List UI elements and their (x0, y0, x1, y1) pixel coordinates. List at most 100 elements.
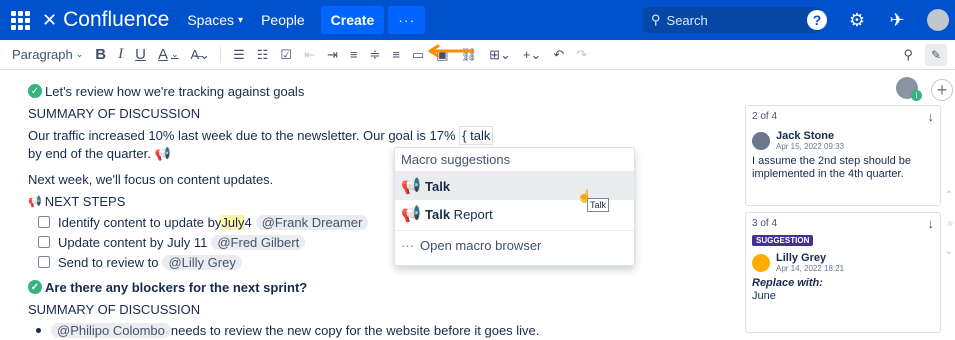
chevron-down-icon[interactable]: ⌄ (945, 246, 953, 257)
text-color-button[interactable]: A ⌄ (158, 46, 179, 63)
align-center-icon[interactable]: ≑ (369, 47, 380, 63)
next-steps-text: NEXT STEPS (44, 193, 126, 209)
top-navigation-bar: ✕ Confluence Spaces ▾ People Create ··· … (0, 0, 955, 40)
macro-item-label-rest: Report (450, 206, 493, 222)
heading-goals: ✓ Let's review how we're tracking agains… (28, 80, 708, 102)
comment-count: 2 of 4 ↓ (746, 106, 940, 126)
chevron-down-icon: ⌄ (75, 49, 84, 59)
heading-goals-text[interactable]: Let's review how we're tracking against … (45, 84, 304, 99)
highlighted-date: July (221, 214, 245, 230)
arrow-down-icon[interactable]: ↓ (928, 216, 935, 231)
summary-label-2[interactable]: SUMMARY OF DISCUSSION (28, 298, 708, 320)
create-button[interactable]: Create (320, 6, 385, 34)
task-text: Send to review to (58, 254, 159, 270)
text-color-label: A (157, 46, 168, 63)
macro-trigger-token[interactable]: { talk (459, 126, 494, 145)
search-placeholder: Search (666, 12, 708, 28)
megaphone-icon: 📢 (28, 195, 42, 208)
nav-people-label: People (261, 12, 305, 28)
avatar (752, 131, 770, 150)
paragraph-style-dropdown[interactable]: Paragraph ⌄ (12, 47, 83, 62)
comments-sidebar: i + 2 of 4 ↓ Jack Stone Apr 15, 2022 09:… (742, 70, 955, 333)
numbered-list-icon[interactable]: ☷ (257, 47, 269, 63)
undo-icon[interactable]: ↶ (553, 47, 564, 63)
table-icon[interactable]: ⊞⌄ (489, 47, 511, 63)
task-text-post: 4 (244, 214, 252, 230)
ellipsis-icon: ··· (401, 238, 414, 253)
find-search-icon[interactable]: ⚲ (903, 47, 913, 63)
app-switcher-icon[interactable] (0, 0, 40, 40)
suggestion-comment-card[interactable]: 3 of 4 ↓ SUGGESTION Lilly Grey Apr 14, 2… (745, 212, 941, 333)
chevron-right-icon[interactable]: » (947, 218, 953, 229)
logo-text: Confluence (63, 8, 170, 31)
comment-body: Replace with: June (746, 277, 940, 309)
macro-item-talk[interactable]: 📢 Talk (395, 172, 634, 200)
more-button[interactable]: ··· (388, 6, 426, 34)
help-icon[interactable]: ? (807, 10, 827, 30)
author-name: Jack Stone (776, 130, 835, 142)
nav-spaces-label: Spaces (187, 12, 235, 28)
layout-icon[interactable]: ▭ (412, 47, 424, 63)
underline-button[interactable]: U (135, 46, 146, 63)
user-mention[interactable]: @Philipo Colombo (51, 322, 171, 338)
search-icon: ⚲ (651, 12, 661, 27)
user-mention[interactable]: @Fred Gilbert (211, 234, 306, 250)
bullet-dot (36, 327, 41, 333)
summary-label[interactable]: SUMMARY OF DISCUSSION (28, 102, 708, 124)
nav-people[interactable]: People (261, 12, 305, 28)
chevron-up-icon[interactable]: ⌃ (945, 190, 953, 201)
arrow-down-icon[interactable]: ↓ (928, 109, 935, 124)
redo-icon[interactable]: ↷ (576, 47, 587, 63)
user-mention[interactable]: @Lilly Grey (162, 254, 242, 270)
list-item: @Philipo Colombo needs to review the new… (36, 320, 708, 340)
chevron-down-icon: ⌄ (170, 49, 179, 59)
heading-blockers-text[interactable]: Are there any blockers for the next spri… (45, 280, 307, 295)
heading-blockers: ✓ Are there any blockers for the next sp… (28, 276, 708, 298)
nav-spaces[interactable]: Spaces ▾ (187, 12, 243, 28)
comment-author: Jack Stone Apr 15, 2022 09:33 (746, 126, 940, 155)
chevron-down-icon: ▾ (238, 14, 244, 26)
megaphone-icon: 📢 (401, 178, 421, 195)
macro-item-label: Talk (425, 206, 451, 222)
bold-button[interactable]: B (95, 46, 106, 63)
user-avatar[interactable] (927, 9, 949, 31)
task-checkbox[interactable] (38, 256, 50, 268)
add-collaborator-icon[interactable]: + (931, 79, 953, 101)
align-right-icon[interactable]: ≡ (392, 47, 400, 62)
comment-count-text: 3 of 4 (752, 217, 778, 229)
suggestion-badge: SUGGESTION (752, 235, 814, 246)
settings-gear-icon[interactable]: ⚙ (847, 10, 867, 31)
user-mention[interactable]: @Frank Dreamer (255, 214, 369, 230)
replace-with-label: Replace with: (752, 277, 823, 289)
task-list-icon[interactable]: ☑ (280, 47, 292, 63)
task-checkbox[interactable] (38, 236, 50, 248)
task-text: Update content by July 11 (58, 234, 208, 250)
avatar (752, 253, 770, 272)
author-name: Lilly Grey (776, 252, 827, 264)
inline-comment-card[interactable]: 2 of 4 ↓ Jack Stone Apr 15, 2022 09:33 I… (745, 105, 941, 206)
collaborator-badge: i (911, 90, 922, 101)
green-check-icon: ✓ (28, 84, 42, 98)
bullet-list-icon[interactable]: ☰ (233, 47, 245, 63)
search-input[interactable]: ⚲ Search (643, 7, 821, 33)
indent-icon[interactable]: ⇥ (327, 47, 338, 63)
align-left-icon[interactable]: ≡ (350, 47, 358, 62)
notifications-megaphone-icon[interactable]: ✈ (887, 10, 907, 31)
green-check-icon: ✓ (28, 280, 42, 294)
open-macro-browser[interactable]: ··· Open macro browser (395, 230, 634, 260)
insert-plus-icon[interactable]: +⌄ (523, 47, 541, 63)
task-checkbox[interactable] (38, 216, 50, 228)
italic-button[interactable]: I (118, 46, 123, 63)
comment-count-text: 2 of 4 (752, 110, 778, 122)
outdent-icon[interactable]: ⇤ (304, 47, 315, 63)
collaborator-avatar[interactable]: i (896, 77, 922, 101)
clear-formatting-icon[interactable]: A̶⌄ (191, 47, 211, 63)
macro-tooltip: Talk (587, 198, 609, 212)
editor-quill-icon[interactable]: ✎ (925, 43, 947, 66)
megaphone-icon: 📢 (401, 206, 421, 223)
confluence-logo[interactable]: ✕ Confluence (42, 8, 169, 32)
toolbar-right: ⚲ ✎ (903, 43, 947, 66)
comment-date: Apr 14, 2022 18:21 (776, 264, 845, 273)
macro-item-label: Talk (425, 178, 451, 194)
macro-suggestions-header: Macro suggestions (395, 148, 634, 172)
